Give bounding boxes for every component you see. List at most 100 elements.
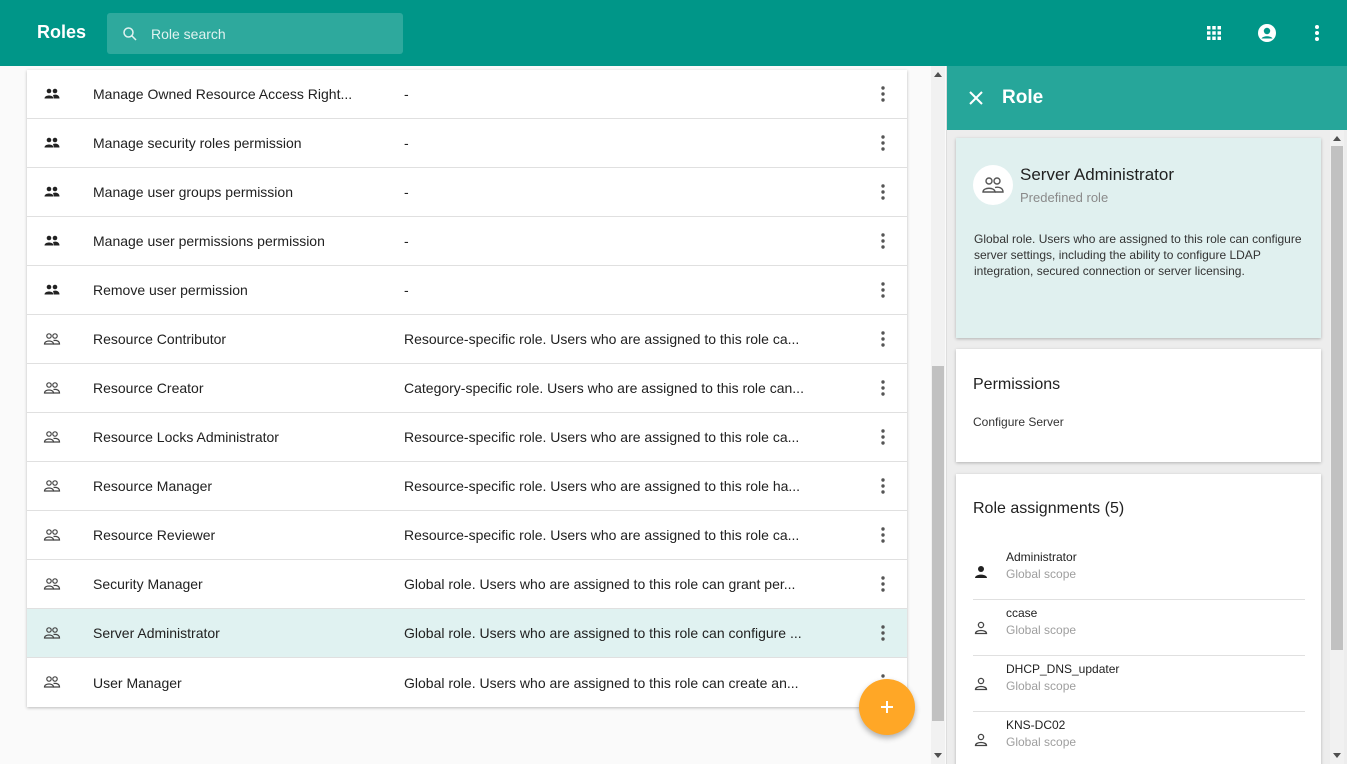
people-outline-icon (43, 575, 61, 593)
more-vert-icon[interactable] (875, 623, 891, 643)
role-description: Resource-specific role. Users who are as… (404, 331, 800, 347)
role-row[interactable]: User Manager Global role. Users who are a… (27, 658, 907, 707)
scroll-up-arrow-icon[interactable] (931, 68, 945, 80)
assignee-scope: Global scope (1006, 623, 1077, 637)
role-description: Resource-specific role. Users who are as… (404, 527, 800, 543)
assignment-row[interactable]: KNS-DC02 Global scope (973, 712, 1305, 764)
person-outline-icon (973, 620, 989, 636)
role-description: - (404, 135, 409, 151)
people-outline-icon (43, 526, 61, 544)
role-name: Remove user permission (93, 282, 248, 298)
account-icon[interactable] (1256, 22, 1278, 44)
role-description: Global role. Users who are assigned to t… (404, 674, 799, 691)
role-name: User Manager (93, 674, 182, 691)
role-row[interactable]: Manage user permissions permission - (27, 217, 907, 266)
more-vert-icon[interactable] (875, 574, 891, 594)
list-scrollbar[interactable] (931, 66, 945, 764)
panel-header: Role (947, 66, 1347, 130)
search-input[interactable] (151, 25, 391, 42)
more-vert-icon[interactable] (875, 182, 891, 202)
assignment-row[interactable]: Administrator Global scope (973, 544, 1305, 600)
roles-list-area: Manage Owned Resource Access Right... - Ma… (0, 66, 931, 764)
role-name: Resource Manager (93, 478, 213, 494)
more-vert-icon[interactable] (875, 231, 891, 251)
role-name: Server Administrator (93, 625, 220, 641)
role-description: - (404, 233, 409, 249)
role-name: Manage user groups permission (93, 184, 293, 200)
role-row[interactable]: Resource Contributor Resource-specific ro… (27, 315, 907, 364)
more-vert-icon[interactable] (875, 84, 891, 104)
role-row[interactable]: Resource Creator Category-specific role. … (27, 364, 907, 413)
role-assignments-card: Role assignments (5) Administrator Global… (956, 474, 1321, 764)
more-vert-icon[interactable] (875, 427, 891, 447)
search-icon (123, 26, 137, 41)
role-description: - (404, 282, 409, 298)
role-name: Resource Reviewer (93, 527, 216, 543)
people-outline-icon (982, 177, 1004, 193)
more-vert-icon[interactable] (875, 329, 891, 349)
people-outline-icon (43, 673, 61, 691)
role-name: Resource Locks Administrator (93, 429, 279, 445)
role-row[interactable]: Manage security roles permission - (27, 119, 907, 168)
people-filled-icon (43, 134, 61, 152)
role-row[interactable]: Resource Manager Resource-specific role. … (27, 462, 907, 511)
role-row[interactable]: Resource Reviewer Resource-specific role.… (27, 511, 907, 560)
people-outline-icon (43, 477, 61, 495)
people-filled-icon (43, 232, 61, 250)
panel-scroll-down-arrow-icon[interactable] (1330, 749, 1344, 761)
people-filled-icon (43, 281, 61, 299)
plus-icon (881, 701, 893, 713)
role-description: Global role. Users who are assigned to t… (974, 232, 1302, 278)
add-role-button[interactable] (859, 679, 915, 735)
assignment-row[interactable]: DHCP_DNS_updater Global scope (973, 656, 1305, 712)
assignee-name: DHCP_DNS_updater (1006, 662, 1120, 676)
role-detail-panel: Role Server Administrator Predefined rol… (946, 66, 1347, 764)
role-description: Resource-specific role. Users who are as… (404, 429, 800, 445)
role-name: Manage security roles permission (93, 135, 302, 151)
app-title: Roles (37, 22, 87, 42)
more-vert-icon[interactable] (875, 378, 891, 398)
more-vert-icon[interactable] (875, 133, 891, 153)
more-vert-icon[interactable] (875, 476, 891, 496)
assignment-row[interactable]: ccase Global scope (973, 600, 1305, 656)
role-description: Global role. Users who are assigned to t… (404, 576, 796, 592)
top-app-bar: Roles (0, 0, 1347, 66)
assignee-scope: Global scope (1006, 735, 1077, 749)
role-name: Resource Contributor (93, 331, 227, 347)
permission-item: Configure Server (973, 415, 1064, 429)
role-row[interactable]: Remove user permission - (27, 266, 907, 315)
role-row[interactable]: Security Manager Global role. Users who a… (27, 560, 907, 609)
assignee-name: Administrator (1006, 550, 1077, 564)
role-row[interactable]: Resource Locks Administrator Resource-spe… (27, 413, 907, 462)
more-vert-icon[interactable] (875, 525, 891, 545)
role-description: - (404, 86, 409, 102)
person-filled-icon (973, 564, 989, 580)
people-outline-icon (43, 330, 61, 348)
list-scrollbar-thumb[interactable] (932, 366, 944, 721)
panel-scrollbar-thumb[interactable] (1331, 146, 1343, 650)
panel-scrollbar[interactable] (1330, 130, 1344, 764)
apps-grid-icon[interactable] (1203, 22, 1225, 44)
more-vert-icon[interactable] (1306, 22, 1328, 44)
people-outline-icon (43, 428, 61, 446)
people-filled-icon (43, 183, 61, 201)
role-row[interactable]: Server Administrator Global role. Users w… (27, 609, 907, 658)
people-outline-icon (43, 624, 61, 642)
assignments-heading: Role assignments (5) (973, 500, 1125, 517)
panel-scroll-up-arrow-icon[interactable] (1330, 132, 1344, 144)
roles-list: Manage Owned Resource Access Right... - Ma… (27, 70, 907, 707)
role-description: Global role. Users who are assigned to t… (404, 625, 802, 641)
assignee-name: ccase (1006, 606, 1038, 620)
role-name: Resource Creator (93, 380, 204, 396)
close-icon[interactable] (967, 89, 985, 107)
scroll-down-arrow-icon[interactable] (931, 749, 945, 761)
permissions-card: Permissions Configure Server (956, 349, 1321, 462)
more-vert-icon[interactable] (875, 280, 891, 300)
panel-title: Role (1002, 87, 1044, 108)
role-avatar (973, 165, 1013, 205)
permissions-heading: Permissions (973, 376, 1061, 393)
role-row[interactable]: Manage Owned Resource Access Right... - (27, 70, 907, 119)
search-box[interactable] (107, 13, 403, 54)
role-row[interactable]: Manage user groups permission - (27, 168, 907, 217)
people-outline-icon (43, 379, 61, 397)
